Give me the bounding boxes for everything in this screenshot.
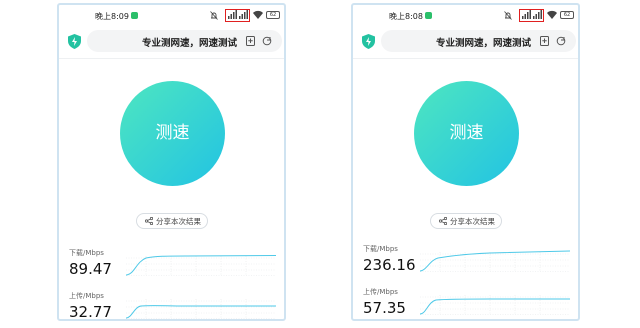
download-graph <box>126 255 276 276</box>
address-bar[interactable]: 专业测网速，网速测试 <box>87 30 282 52</box>
status-bar: 晚上8:08 62 <box>353 5 578 27</box>
battery-icon: 62 <box>560 11 574 19</box>
bookmark-icon[interactable] <box>540 36 549 46</box>
download-value: 89.47 <box>69 260 112 278</box>
phone-screenshot-right: 晚上8:08 62 专业测网速，网速测试 测速 分享本次结果 下载/Mbps 2… <box>351 3 580 321</box>
upload-value: 32.77 <box>69 303 112 321</box>
wifi-icon <box>253 10 263 19</box>
download-label: 下载/Mbps <box>69 249 104 257</box>
share-results-button[interactable]: 分享本次结果 <box>136 213 208 229</box>
upload-label: 上传/Mbps <box>363 288 398 296</box>
bookmark-icon[interactable] <box>246 36 255 46</box>
shield-icon[interactable] <box>362 34 375 49</box>
status-time: 晚上8:09 <box>95 12 129 21</box>
app-notification-icon <box>131 12 138 19</box>
download-graph <box>420 250 570 272</box>
share-label: 分享本次结果 <box>450 217 495 226</box>
reload-icon[interactable] <box>556 36 566 46</box>
speed-test-button[interactable]: 测速 <box>414 81 519 186</box>
upload-graph <box>126 299 276 319</box>
upload-graph <box>420 295 570 315</box>
download-value: 236.16 <box>363 256 416 274</box>
phone-screenshot-left: 晚上8:09 62 专业测网速，网速测试 测速 分享本次结果 下载/Mbps 8… <box>57 3 286 321</box>
reload-icon[interactable] <box>262 36 272 46</box>
download-label: 下载/Mbps <box>363 245 398 253</box>
status-time: 晚上8:08 <box>389 12 423 21</box>
share-results-button[interactable]: 分享本次结果 <box>430 213 502 229</box>
mute-bell-icon <box>210 11 218 20</box>
browser-toolbar: 专业测网速，网速测试 <box>59 27 284 57</box>
speed-test-button[interactable]: 测速 <box>120 81 225 186</box>
page-title: 专业测网速，网速测试 <box>141 38 237 49</box>
shield-icon[interactable] <box>68 34 81 49</box>
browser-toolbar: 专业测网速，网速测试 <box>353 27 578 57</box>
battery-icon: 62 <box>266 11 280 19</box>
share-icon <box>439 217 447 225</box>
toolbar-divider <box>353 58 578 59</box>
share-icon <box>145 217 153 225</box>
upload-value: 57.35 <box>363 299 406 317</box>
signal-highlight-box <box>519 9 544 22</box>
address-bar[interactable]: 专业测网速，网速测试 <box>381 30 576 52</box>
signal-highlight-box <box>225 9 250 22</box>
toolbar-divider <box>59 58 284 59</box>
page-title: 专业测网速，网速测试 <box>435 38 531 49</box>
status-bar: 晚上8:09 62 <box>59 5 284 27</box>
wifi-icon <box>547 10 557 19</box>
share-label: 分享本次结果 <box>156 217 201 226</box>
app-notification-icon <box>425 12 432 19</box>
mute-bell-icon <box>504 11 512 20</box>
upload-label: 上传/Mbps <box>69 292 104 300</box>
